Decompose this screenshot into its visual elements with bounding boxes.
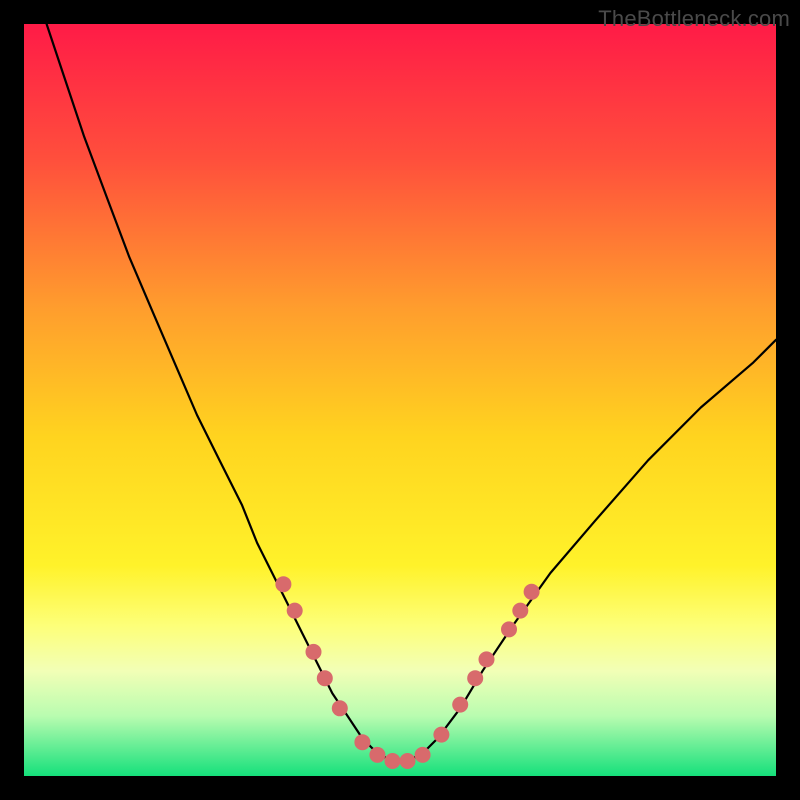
chart-svg — [24, 24, 776, 776]
highlight-dot — [433, 727, 449, 743]
highlight-dot — [400, 753, 416, 769]
highlight-dot — [452, 697, 468, 713]
highlight-dot — [275, 576, 291, 592]
highlight-dot — [479, 651, 495, 667]
watermark-text: TheBottleneck.com — [598, 6, 790, 32]
highlight-dot — [415, 747, 431, 763]
highlight-dot — [354, 734, 370, 750]
highlight-dot — [317, 670, 333, 686]
highlight-dot — [501, 621, 517, 637]
plot-area — [24, 24, 776, 776]
highlight-dot — [369, 747, 385, 763]
highlight-dot — [287, 603, 303, 619]
chart-frame: TheBottleneck.com — [0, 0, 800, 800]
highlight-dot — [306, 644, 322, 660]
highlight-dot — [332, 700, 348, 716]
highlight-dot — [467, 670, 483, 686]
highlight-dot — [385, 753, 401, 769]
gradient-background — [24, 24, 776, 776]
highlight-dot — [524, 584, 540, 600]
highlight-dot — [512, 603, 528, 619]
